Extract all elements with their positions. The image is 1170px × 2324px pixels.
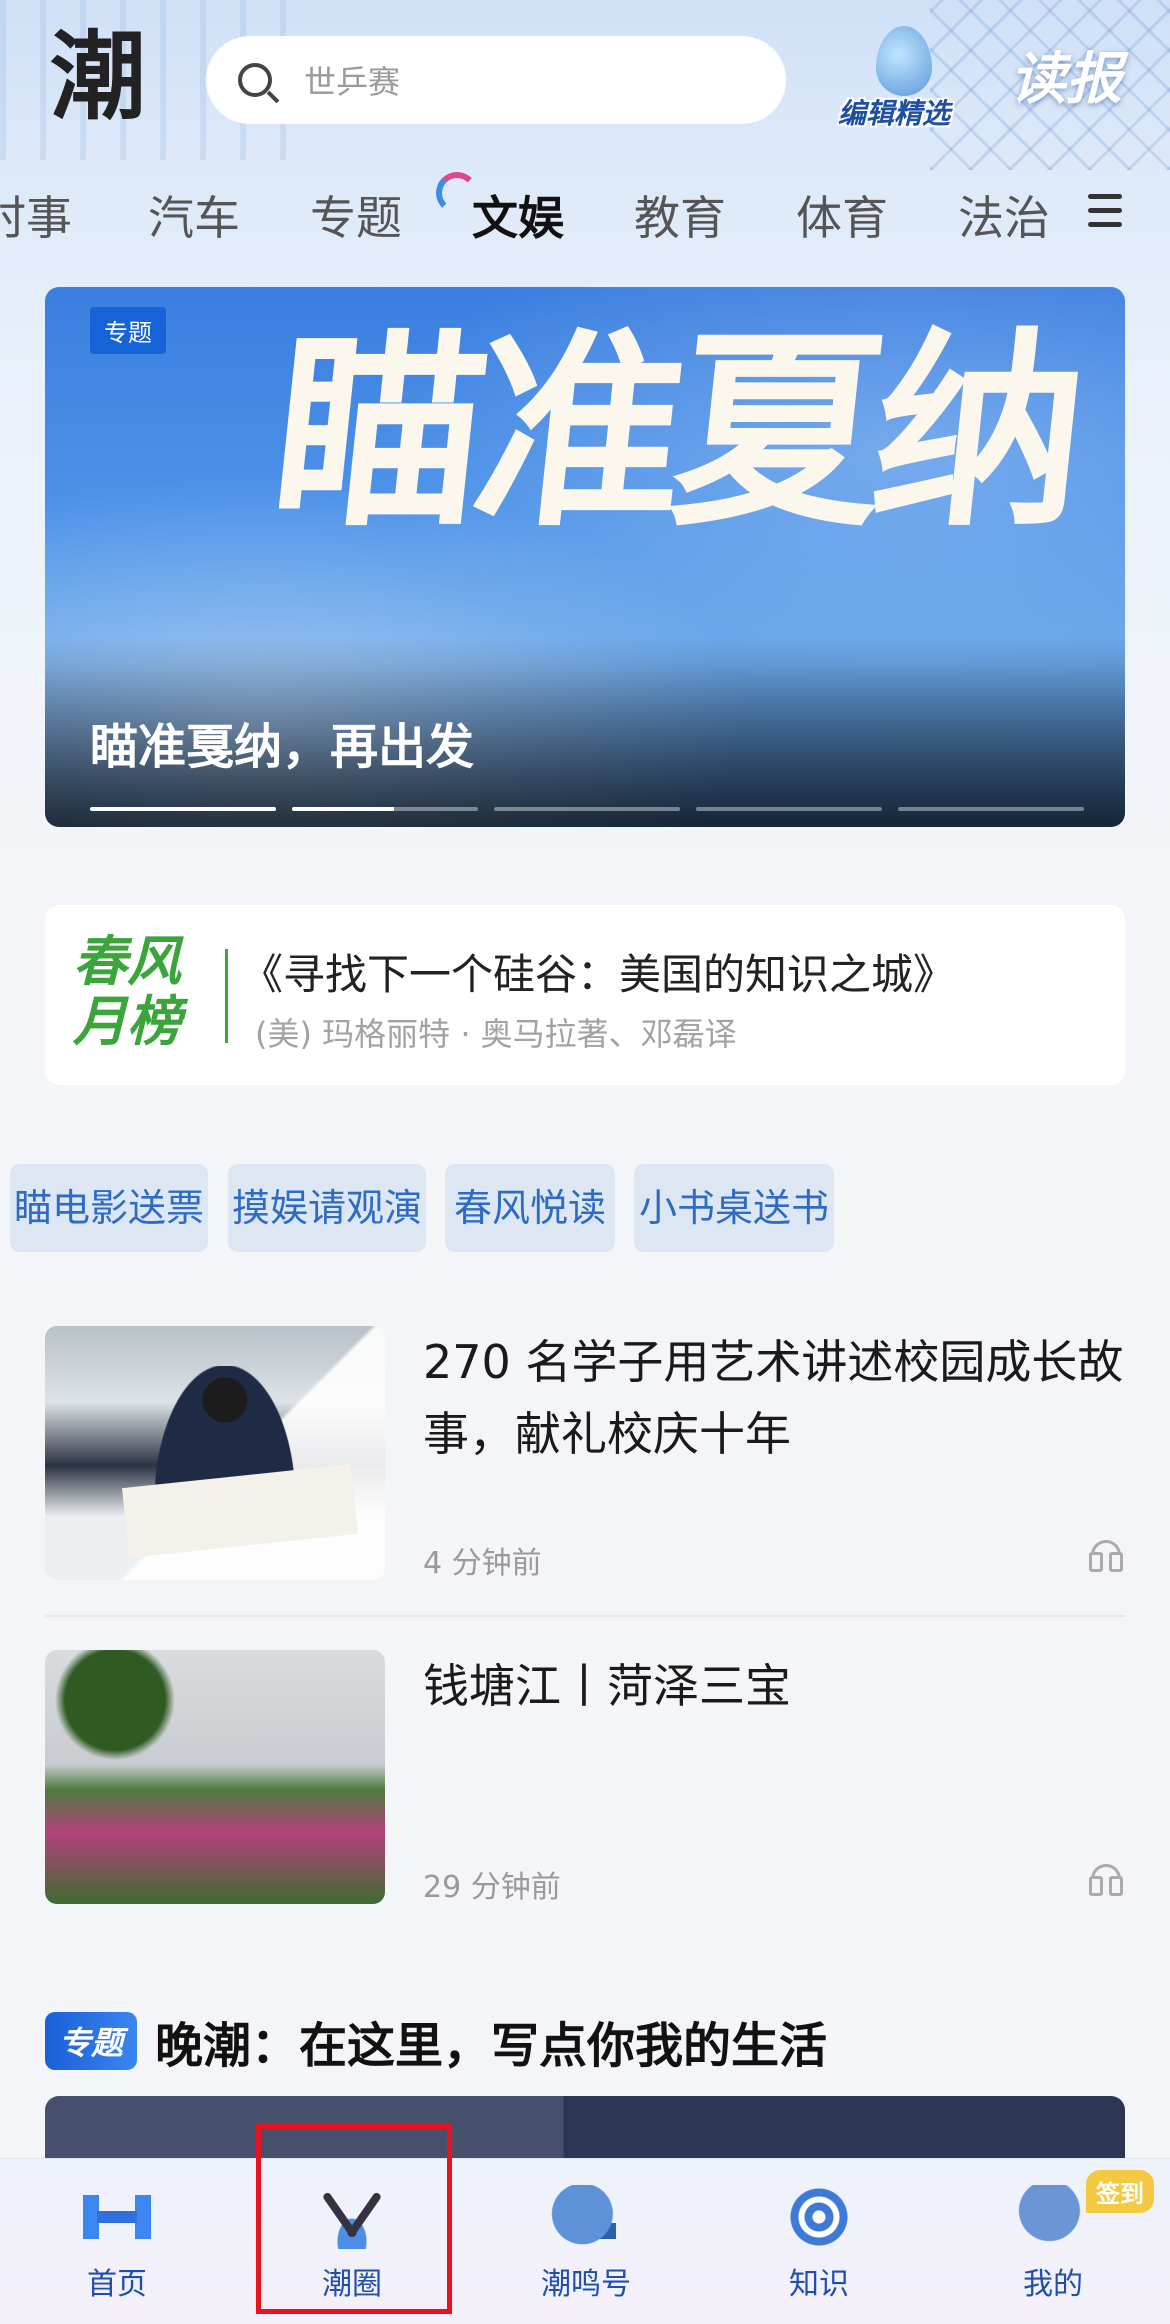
tab-auto[interactable]: 汽车 — [148, 182, 240, 248]
tab-sports[interactable]: 体育 — [796, 182, 888, 248]
news-item[interactable]: 270 名学子用艺术讲述校园成长故事，献礼校庆十年 4 分钟前 — [45, 1326, 1125, 1586]
news-time: 29 分钟前 — [423, 1870, 561, 1905]
banner-carousel[interactable]: 瞄准夏纳 专题 瞄准戛纳，再出发 — [45, 287, 1125, 827]
nav-label: 首页 — [87, 2267, 147, 2302]
target-icon — [783, 2185, 855, 2249]
helmet-icon — [550, 2185, 622, 2249]
menu-icon[interactable] — [1088, 194, 1122, 236]
news-thumbnail — [45, 1326, 385, 1580]
spring-breeze-ranking-card[interactable]: 春风 月榜 《寻找下一个硅谷：美国的知识之城》 (美) 玛格丽特 · 奥马拉著、… — [45, 905, 1125, 1085]
read-paper-button[interactable]: 读报 — [1010, 34, 1122, 115]
chip-reading[interactable]: 春风悦读 — [445, 1164, 615, 1252]
basketball-icon — [1017, 2185, 1089, 2249]
app-logo[interactable]: 潮 — [50, 22, 160, 132]
carousel-dot[interactable] — [292, 807, 478, 811]
special-topic-header[interactable]: 专题 晚潮：在这里，写点你我的生活 — [45, 2006, 827, 2076]
hockey-icon — [316, 2185, 388, 2249]
edit-pick-button[interactable]: 编辑精选 — [836, 20, 966, 130]
quick-chips: 瞄电影送票 摸娱请观演 春风悦读 小书桌送书 — [10, 1164, 1170, 1252]
headphone-icon[interactable] — [1089, 1540, 1123, 1572]
bottom-navigation: 首页 潮圈 潮鸣号 知识 我的 — [0, 2158, 1170, 2324]
special-badge: 专题 — [45, 2012, 138, 2070]
carousel-dot[interactable] — [494, 807, 680, 811]
tab-topics[interactable]: 专题 — [310, 182, 402, 248]
search-icon — [238, 63, 272, 97]
chip-book-giveaway[interactable]: 小书桌送书 — [634, 1164, 834, 1252]
ranking-book-title: 《寻找下一个硅谷：美国的知识之城》 — [241, 950, 956, 999]
news-item[interactable]: 钱塘江丨菏泽三宝 29 分钟前 — [45, 1650, 1125, 1910]
news-title: 钱塘江丨菏泽三宝 — [423, 1659, 791, 1713]
nav-chaoquan[interactable]: 潮圈 — [252, 2159, 452, 2324]
ranking-divider — [225, 949, 228, 1043]
nav-label: 潮圈 — [322, 2267, 382, 2302]
channel-tabs: 时事 汽车 专题 文娱 教育 体育 法治 — [0, 172, 1170, 252]
carousel-dot[interactable] — [898, 807, 1084, 811]
headphone-icon[interactable] — [1089, 1864, 1123, 1896]
special-title: 晚潮：在这里，写点你我的生活 — [155, 2018, 828, 2074]
drop-icon — [876, 26, 932, 96]
news-title: 270 名学子用艺术讲述校园成长故事，献礼校庆十年 — [423, 1335, 1124, 1461]
nav-chaomingh[interactable]: 潮鸣号 — [486, 2159, 686, 2324]
carousel-dot[interactable] — [696, 807, 882, 811]
nav-knowledge[interactable]: 知识 — [719, 2159, 919, 2324]
search-bar[interactable]: 世乒赛 — [206, 36, 786, 124]
ranking-book-author: (美) 玛格丽特 · 奥马拉著、邓磊译 — [255, 1015, 737, 1053]
edit-pick-label: 编辑精选 — [838, 97, 951, 130]
banner-art-text: 瞄准夏纳 — [262, 308, 1089, 555]
nav-home[interactable]: 首页 — [17, 2159, 217, 2324]
tab-education[interactable]: 教育 — [634, 182, 726, 248]
carousel-indicators — [90, 807, 1084, 811]
nav-label: 我的 — [1023, 2267, 1083, 2302]
sign-in-badge[interactable]: 签到 — [1086, 2170, 1154, 2213]
ranking-logo-line1: 春风 — [73, 929, 181, 993]
nav-label: 潮鸣号 — [541, 2267, 631, 2302]
read-paper-label: 读报 — [1010, 47, 1122, 112]
chip-movie-tickets[interactable]: 瞄电影送票 — [10, 1164, 208, 1252]
ranking-logo: 春风 月榜 — [73, 931, 203, 1051]
divider — [45, 1615, 1125, 1617]
nav-label: 知识 — [789, 2267, 849, 2302]
search-placeholder: 世乒赛 — [304, 63, 401, 101]
ranking-logo-line2: 月榜 — [73, 989, 181, 1053]
tab-law[interactable]: 法治 — [958, 182, 1050, 248]
news-time: 4 分钟前 — [423, 1546, 542, 1581]
banner-caption: 瞄准戛纳，再出发 — [90, 719, 475, 775]
tab-entertainment[interactable]: 文娱 — [472, 182, 564, 248]
banner-tag: 专题 — [90, 307, 166, 354]
chip-show-tickets[interactable]: 摸娱请观演 — [228, 1164, 426, 1252]
dumbbell-icon — [81, 2185, 153, 2249]
tab-current-affairs[interactable]: 时事 — [0, 182, 72, 248]
news-thumbnail — [45, 1650, 385, 1904]
carousel-dot[interactable] — [90, 807, 276, 811]
